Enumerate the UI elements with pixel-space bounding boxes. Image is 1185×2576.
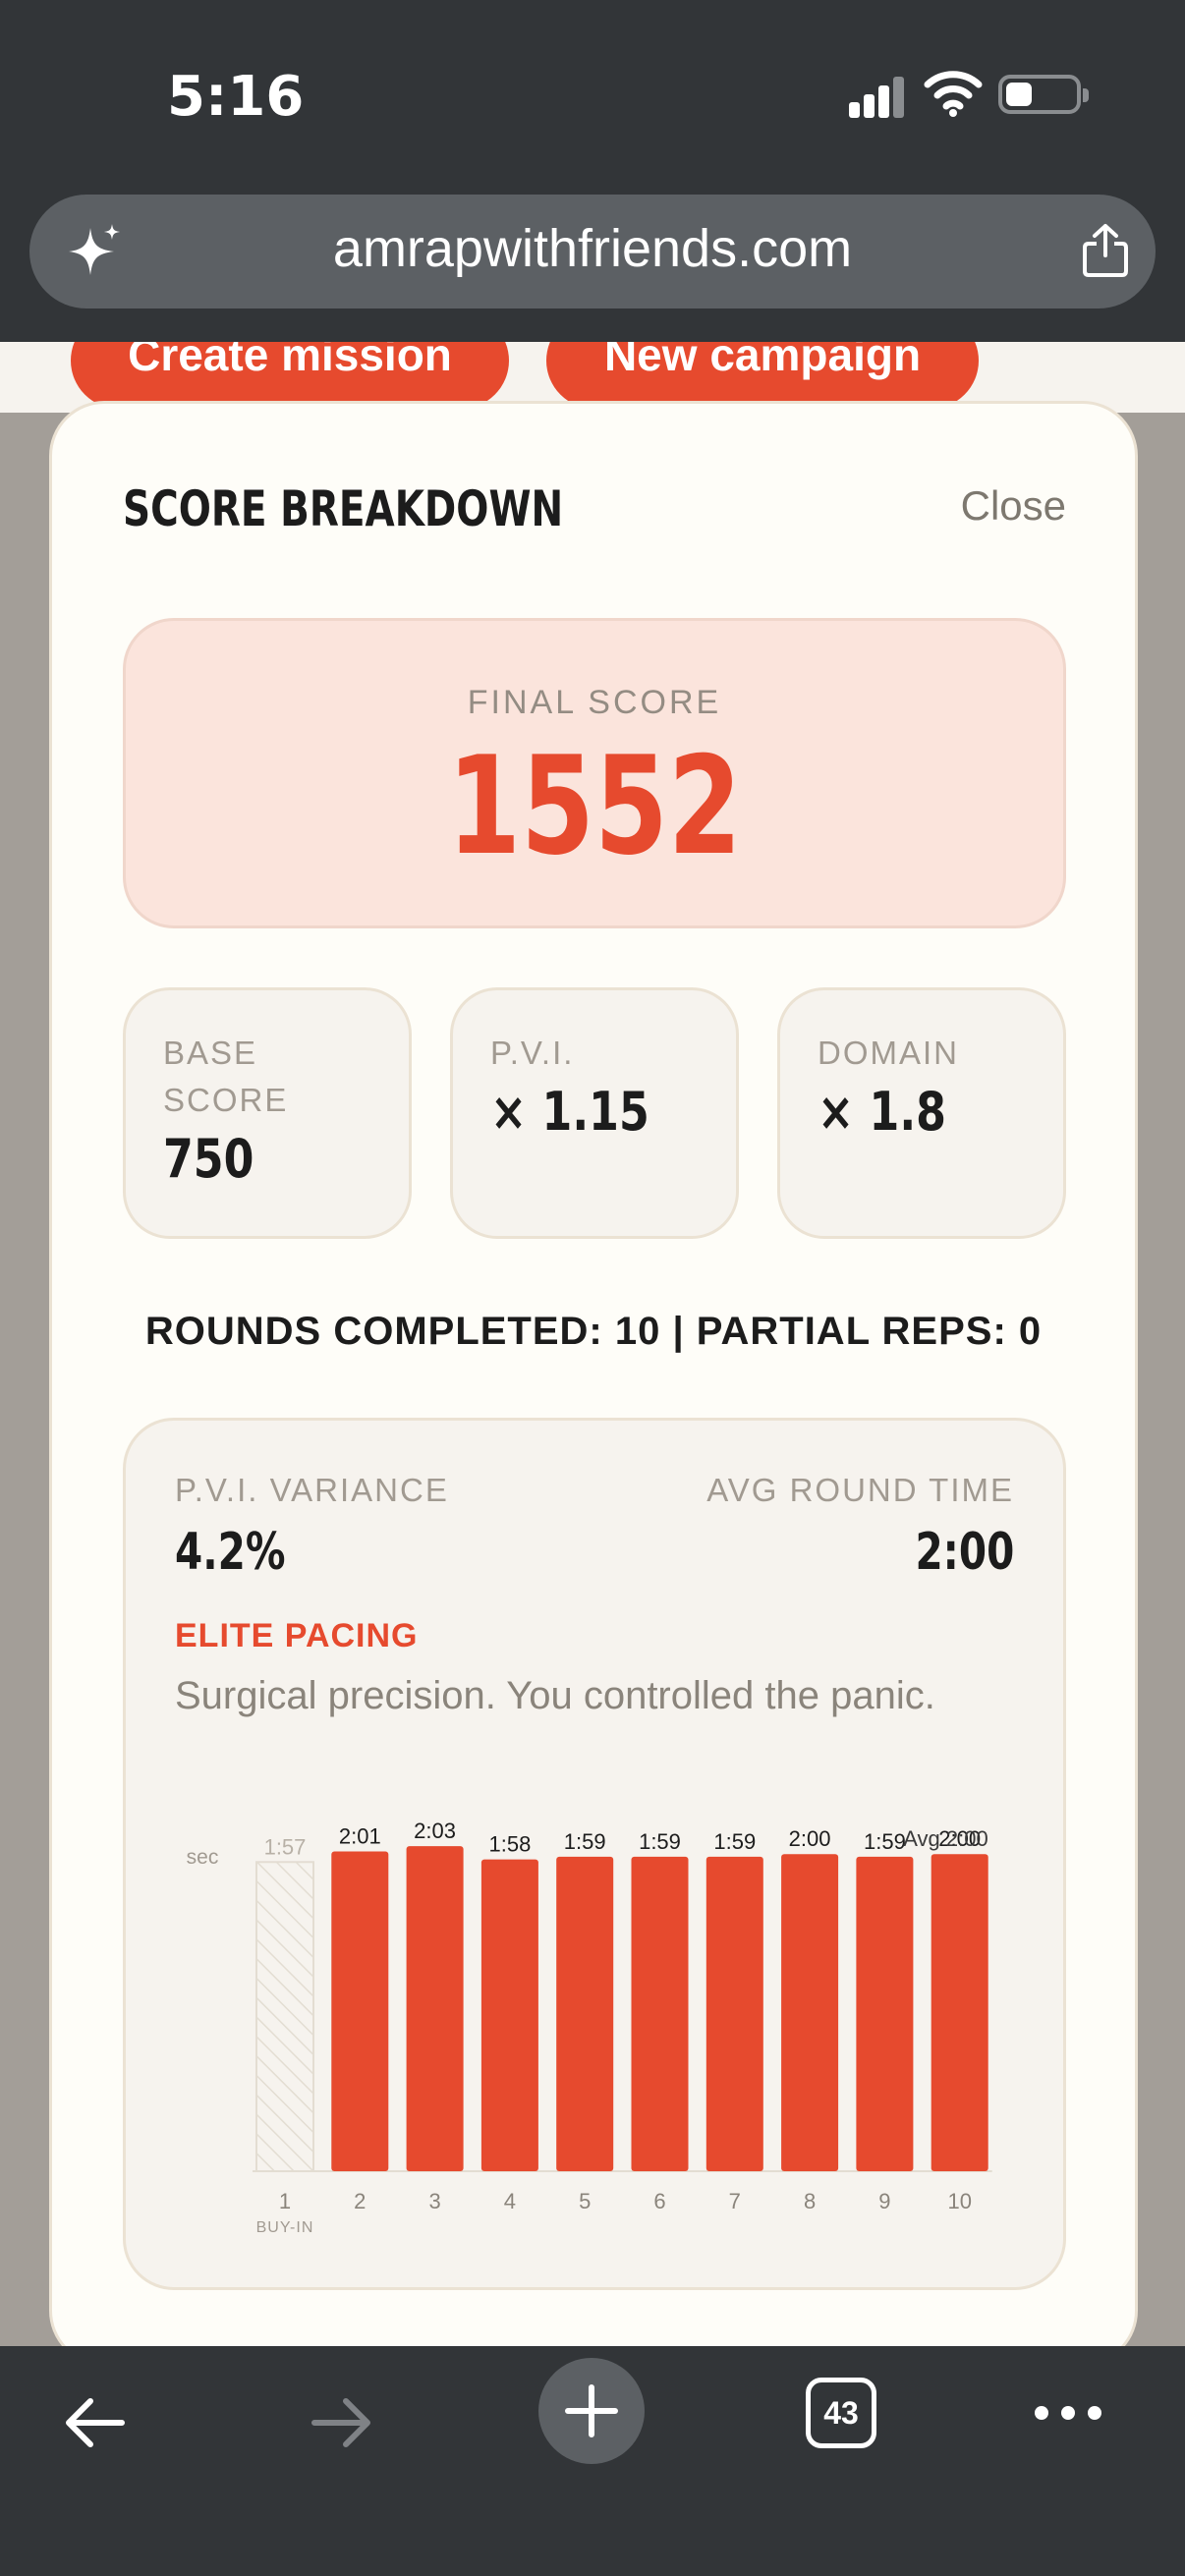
x-tick-label: 8 xyxy=(804,2189,816,2213)
bar-value-label: 1:59 xyxy=(564,1829,606,1854)
close-button[interactable]: Close xyxy=(961,482,1066,530)
chart-bar xyxy=(480,1859,538,2171)
round-time-chart: sec 1:57 1 BUY-IN 2:01 2 2:03 3 1:58 4 1:59 5 1:59 6 1… xyxy=(187,1819,992,2236)
bar-value-label: 2:03 xyxy=(414,1819,456,1843)
card-value: × 1.8 xyxy=(818,1081,946,1143)
share-icon[interactable] xyxy=(1081,222,1130,279)
chart-bar xyxy=(781,1854,839,2171)
rounds-summary: ROUNDS COMPLETED: 10 | PARTIAL REPS: 0 xyxy=(144,1310,1043,1353)
card-label: DOMAIN xyxy=(818,1035,959,1071)
final-score-panel: FINAL SCORE 1552 xyxy=(123,618,1066,928)
chart-bar xyxy=(331,1851,389,2171)
battery-icon xyxy=(998,75,1089,114)
average-label: Avg 2:00 xyxy=(903,1826,988,1851)
x-tick-label: 1 xyxy=(279,2189,291,2213)
modal-title: SCORE BREAKDOWN xyxy=(123,480,564,537)
bar-value-label: 2:00 xyxy=(789,1826,831,1851)
domain-card: DOMAIN × 1.8 xyxy=(777,987,1066,1239)
x-tick-label: 6 xyxy=(653,2189,665,2213)
card-label: P.V.I. xyxy=(490,1035,575,1071)
x-tick-label: 2 xyxy=(354,2189,366,2213)
status-time: 5:16 xyxy=(167,65,305,129)
bar-value-label: 1:59 xyxy=(639,1829,681,1854)
chart-bar xyxy=(931,1854,988,2171)
chart-bar xyxy=(556,1856,614,2171)
card-label: BASE SCORE xyxy=(163,1035,289,1118)
tabs-button[interactable]: 43 xyxy=(806,2378,876,2448)
new-tab-button[interactable] xyxy=(538,2358,645,2464)
chart-bar xyxy=(856,1856,914,2171)
card-value: × 1.15 xyxy=(490,1081,649,1143)
pvi-card: P.V.I. × 1.15 xyxy=(450,987,739,1239)
pacing-panel: P.V.I. VARIANCE AVG ROUND TIME 4.2% 2:00… xyxy=(123,1418,1066,2290)
browser-toolbar: 43 xyxy=(0,2346,1185,2576)
plus-icon xyxy=(565,2384,618,2437)
x-tick-label: 5 xyxy=(579,2189,591,2213)
x-tick-label: 10 xyxy=(947,2189,971,2213)
y-axis-label: sec xyxy=(187,1846,219,1869)
wifi-icon xyxy=(924,71,983,117)
chart-bar xyxy=(705,1856,763,2171)
chart-bar xyxy=(406,1846,464,2171)
x-tick-label: 7 xyxy=(729,2189,741,2213)
bar-value-label: 1:59 xyxy=(864,1829,906,1854)
back-icon[interactable] xyxy=(59,2387,130,2458)
bar-value-label: 2:01 xyxy=(339,1824,381,1849)
x-tick-sublabel: BUY-IN xyxy=(256,2219,314,2236)
chart-bar xyxy=(631,1856,689,2171)
bar-value-label: 1:57 xyxy=(264,1834,307,1859)
base-score-card: BASE SCORE 750 xyxy=(123,987,412,1239)
bar-value-label: 1:59 xyxy=(713,1829,756,1854)
url-text[interactable]: amrapwithfriends.com xyxy=(29,218,1156,279)
x-tick-label: 4 xyxy=(504,2189,516,2213)
forward-icon[interactable] xyxy=(307,2387,377,2458)
final-score-value: 1552 xyxy=(447,727,742,885)
final-score-label: FINAL SCORE xyxy=(467,684,722,721)
signal-icon xyxy=(849,75,904,118)
x-tick-label: 3 xyxy=(428,2189,440,2213)
card-value: 750 xyxy=(163,1128,254,1190)
x-tick-label: 9 xyxy=(878,2189,890,2213)
browser-chrome: 5:16 amrapwithfriends.com xyxy=(0,0,1185,342)
score-breakdown-modal: SCORE BREAKDOWN Close FINAL SCORE 1552 B… xyxy=(49,401,1138,2366)
new-campaign-button[interactable]: New campaign xyxy=(546,342,979,409)
chart-bar xyxy=(255,1861,314,2172)
address-bar[interactable]: amrapwithfriends.com xyxy=(29,195,1156,308)
more-icon[interactable] xyxy=(1032,2401,1104,2425)
create-mission-button[interactable]: Create mission xyxy=(71,342,509,409)
bar-value-label: 1:58 xyxy=(488,1832,531,1857)
